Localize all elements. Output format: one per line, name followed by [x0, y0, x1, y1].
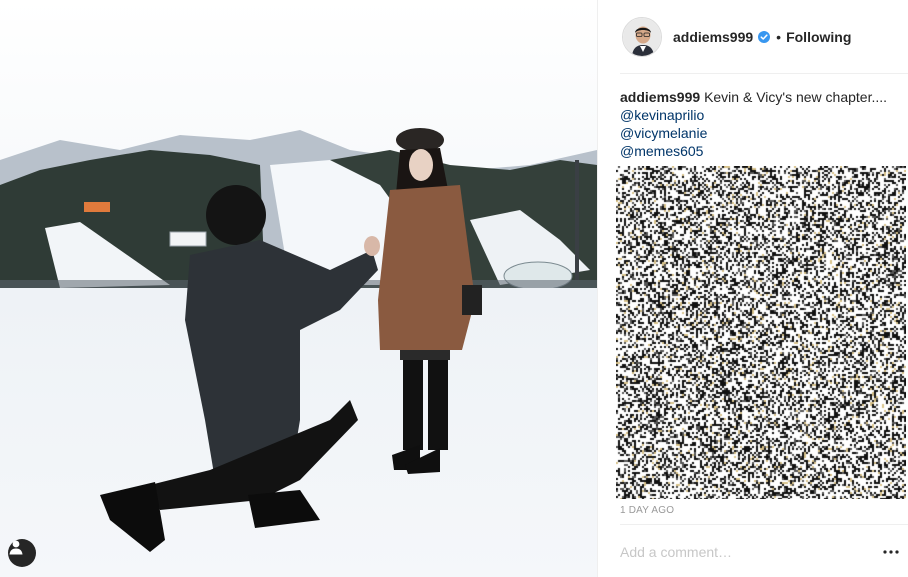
redacted-comments-noise	[616, 166, 906, 499]
header-separator: •	[776, 28, 782, 45]
verified-badge-icon	[758, 30, 771, 43]
mention-link[interactable]: @memes605	[620, 142, 890, 160]
ski-resort-proposal-photo	[0, 0, 597, 577]
user-tag-button[interactable]	[8, 539, 36, 567]
following-button[interactable]: Following	[786, 29, 851, 45]
comment-divider	[620, 524, 908, 525]
comment-bar	[620, 538, 908, 566]
post-sidebar: addiems999 • Following addiems999 Kevin …	[597, 0, 908, 577]
avatar[interactable]	[622, 16, 662, 57]
comment-input[interactable]	[620, 544, 879, 560]
obscured-comments-area	[616, 166, 906, 499]
more-options-icon	[883, 550, 899, 554]
post-photo[interactable]	[0, 0, 597, 577]
mention-link[interactable]: @kevinaprilio	[620, 106, 890, 124]
caption-text: Kevin & Vicy's new chapter....	[704, 89, 888, 105]
post-timestamp[interactable]: 1 DAY AGO	[620, 505, 674, 516]
more-options-button[interactable]	[879, 540, 903, 564]
post-header: addiems999 • Following	[598, 0, 908, 73]
post-author-username[interactable]: addiems999	[673, 29, 753, 45]
caption-username[interactable]: addiems999	[620, 89, 700, 105]
header-divider	[620, 73, 908, 74]
post-caption: addiems999 Kevin & Vicy's new chapter...…	[620, 88, 890, 160]
mention-link[interactable]: @vicymelanie	[620, 124, 890, 142]
